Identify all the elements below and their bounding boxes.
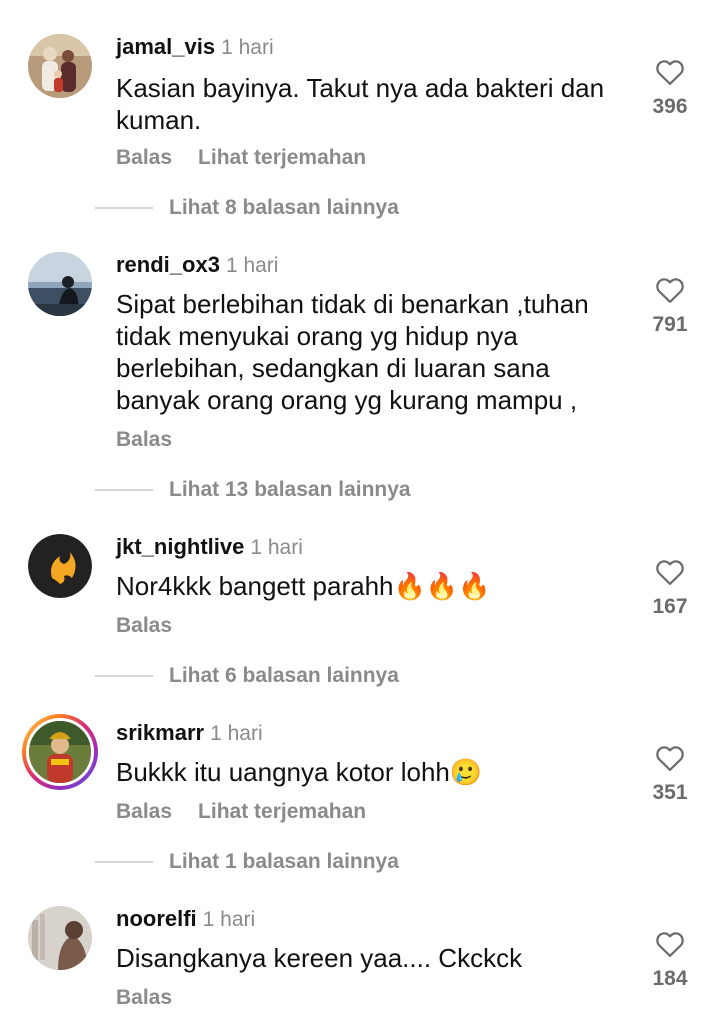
view-replies-button[interactable]: Lihat 6 balasan lainnya: [95, 664, 399, 688]
comment-header: noorelfi 1 hari: [116, 906, 255, 932]
like-count: 791: [652, 313, 688, 336]
comment-text: Sipat berlebihan tidak di benarkan ,tuha…: [116, 289, 589, 415]
avatar-image: [29, 721, 91, 783]
comment-text: Nor4kkk bangett parahh🔥🔥🔥: [116, 571, 491, 601]
timestamp: 1 hari: [202, 908, 256, 931]
like-button[interactable]: 167: [640, 558, 700, 619]
username[interactable]: srikmarr: [116, 720, 204, 745]
reply-button[interactable]: Balas: [116, 146, 172, 169]
avatar[interactable]: [28, 534, 92, 598]
username[interactable]: jamal_vis: [116, 34, 215, 59]
username[interactable]: noorelfi: [116, 906, 197, 931]
avatar-image: [28, 252, 92, 316]
comment-header: srikmarr 1 hari: [116, 720, 263, 746]
like-count: 351: [652, 781, 688, 804]
divider-line: [95, 675, 153, 677]
username[interactable]: rendi_ox3: [116, 252, 220, 277]
avatar-story-ring[interactable]: [22, 714, 98, 790]
avatar[interactable]: [28, 906, 92, 970]
view-replies-label: Lihat 13 balasan lainnya: [169, 478, 411, 501]
avatar: [26, 718, 94, 786]
timestamp: 1 hari: [250, 536, 303, 559]
comment-header: jkt_nightlive 1 hari: [116, 534, 303, 560]
translate-button[interactable]: Lihat terjemahan: [198, 146, 366, 169]
divider-line: [95, 207, 153, 209]
heart-outline-icon: [656, 560, 684, 585]
heart-outline-icon: [656, 60, 684, 85]
comment-text: Disangkanya kereen yaa.... Ckckck: [116, 943, 523, 973]
divider-line: [95, 861, 153, 863]
reply-button[interactable]: Balas: [116, 614, 172, 637]
comment-text: Kasian bayinya. Takut nya ada bakteri da…: [116, 73, 605, 135]
avatar[interactable]: [28, 252, 92, 316]
view-replies-button[interactable]: Lihat 8 balasan lainnya: [95, 196, 399, 220]
reply-button[interactable]: Balas: [116, 428, 172, 451]
comment-header: jamal_vis 1 hari: [116, 34, 274, 60]
avatar-image: [28, 534, 92, 598]
reply-button[interactable]: Balas: [116, 986, 172, 1009]
comment-actions: Balas Lihat terjemahan: [116, 800, 392, 824]
comment-actions: Balas: [116, 428, 198, 452]
timestamp: 1 hari: [221, 36, 274, 59]
view-replies-label: Lihat 6 balasan lainnya: [169, 664, 399, 687]
avatar-image: [28, 906, 92, 970]
timestamp: 1 hari: [225, 254, 279, 277]
view-replies-label: Lihat 8 balasan lainnya: [169, 196, 399, 219]
heart-outline-icon: [656, 746, 684, 771]
view-replies-button[interactable]: Lihat 13 balasan lainnya: [95, 478, 411, 502]
avatar[interactable]: [28, 34, 92, 98]
view-replies-button[interactable]: Lihat 1 balasan lainnya: [95, 850, 399, 874]
like-button[interactable]: 791: [640, 276, 700, 337]
view-replies-label: Lihat 1 balasan lainnya: [169, 850, 399, 873]
heart-outline-icon: [656, 932, 684, 957]
avatar-image: [28, 34, 92, 98]
like-count: 396: [652, 95, 688, 118]
comment-actions: Balas: [116, 986, 198, 1010]
like-button[interactable]: 184: [640, 930, 700, 991]
translate-button[interactable]: Lihat terjemahan: [198, 800, 366, 823]
comment-actions: Balas: [116, 614, 198, 638]
comment-header: rendi_ox3 1 hari: [116, 252, 278, 278]
comment-text: Bukkk itu uangnya kotor lohh🥲: [116, 757, 483, 787]
reply-button[interactable]: Balas: [116, 800, 172, 823]
like-count: 184: [652, 967, 688, 990]
divider-line: [95, 489, 153, 491]
username[interactable]: jkt_nightlive: [116, 534, 244, 559]
comment-actions: Balas Lihat terjemahan: [116, 146, 392, 170]
like-button[interactable]: 396: [640, 58, 700, 119]
like-button[interactable]: 351: [640, 744, 700, 805]
heart-outline-icon: [656, 278, 684, 303]
timestamp: 1 hari: [210, 722, 263, 745]
like-count: 167: [652, 595, 688, 618]
